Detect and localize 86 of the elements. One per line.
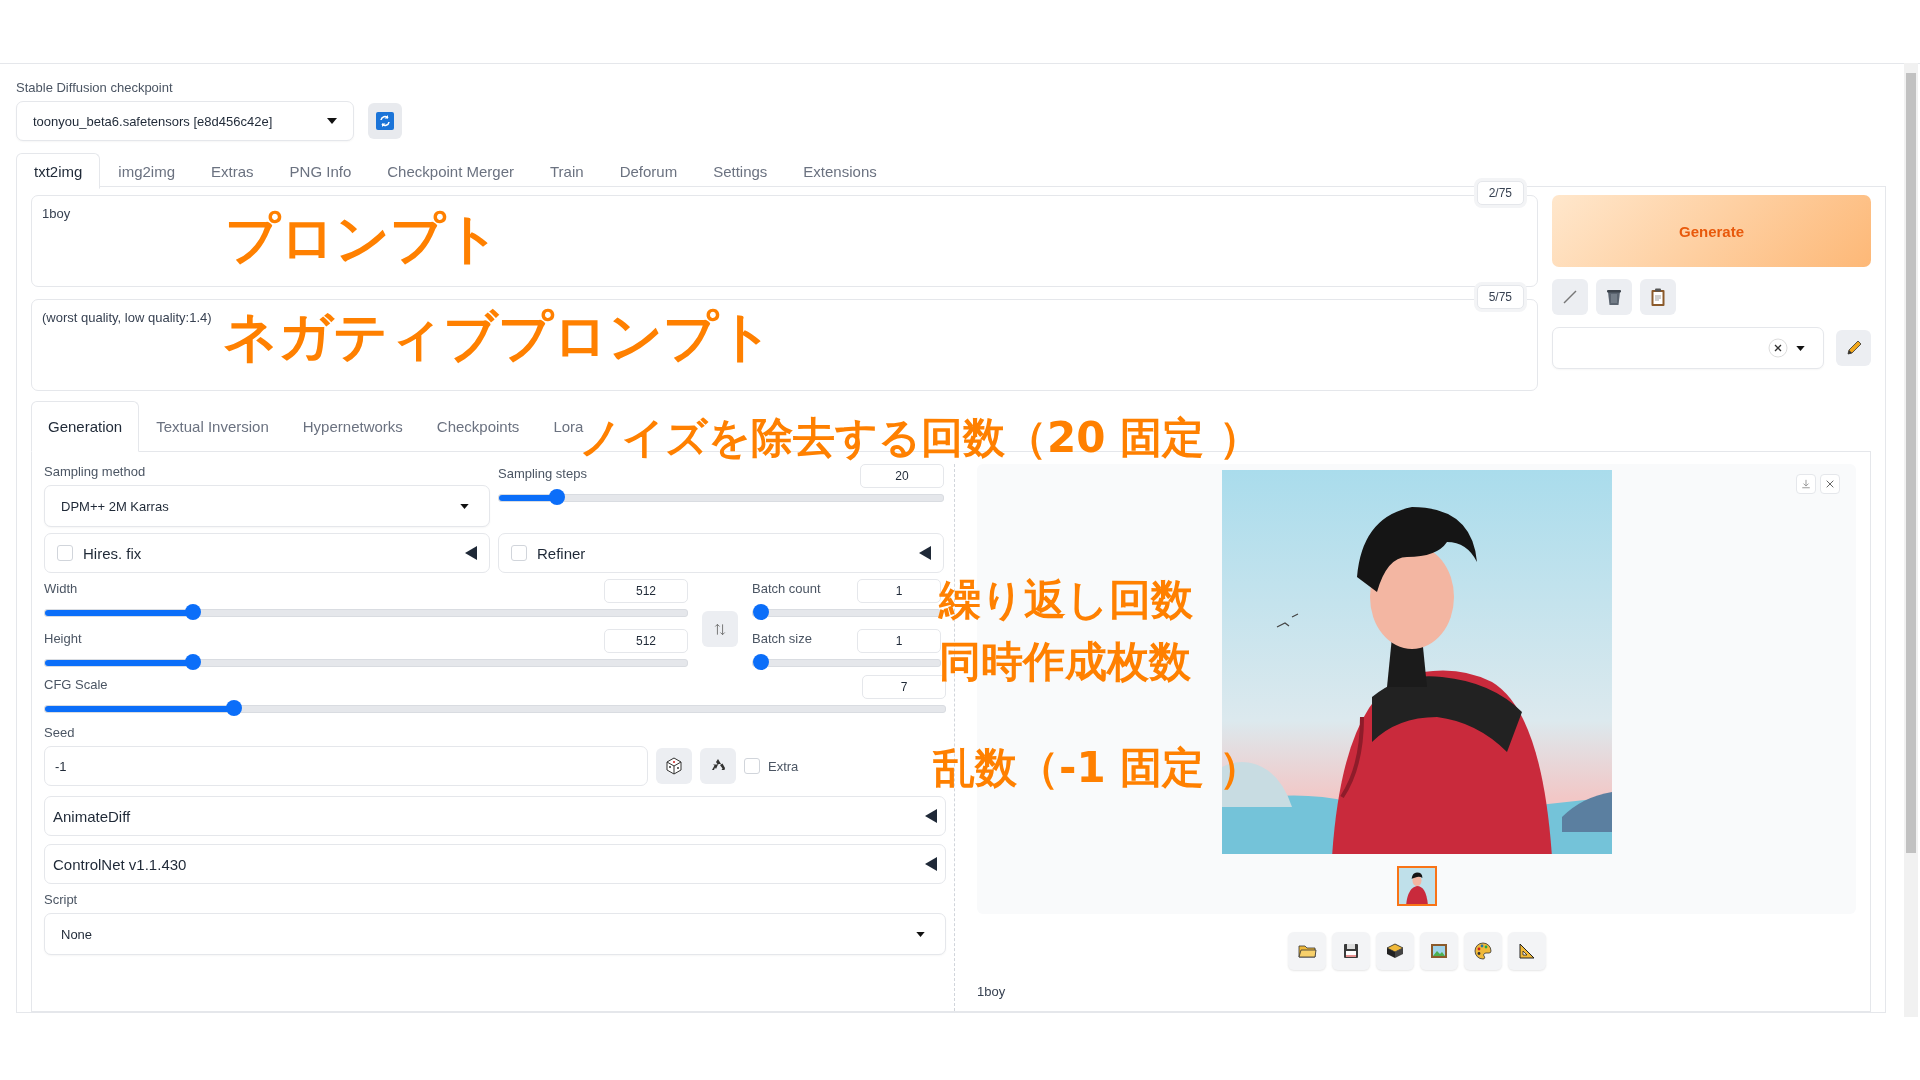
tab[interactable]: Extras — [193, 153, 272, 189]
trash-icon — [1604, 287, 1624, 307]
caret-icon — [1796, 345, 1806, 351]
thumbnail[interactable] — [1396, 866, 1437, 906]
checkbox-label: Extra — [768, 758, 799, 774]
annotation-text: 繰り返し回数 — [939, 577, 1193, 624]
slider-thumb[interactable] — [753, 654, 769, 670]
tab[interactable]: img2img — [100, 153, 194, 189]
accordion-header[interactable]: Refiner — [498, 533, 944, 573]
annotation-text: プロンプト — [225, 209, 500, 269]
scrollbar[interactable] — [1904, 63, 1918, 1017]
tab[interactable]: Textual Inversion — [139, 401, 286, 452]
tab[interactable]: Hypernetworks — [285, 401, 420, 452]
slider-label: Batch size — [752, 630, 812, 646]
accordion-label: Refiner — [537, 544, 587, 562]
sampling-method-dropdown[interactable]: DPM++ 2M Karras — [44, 485, 490, 527]
slider-thumb[interactable] — [548, 489, 565, 505]
tab[interactable]: Deforum — [601, 153, 696, 189]
number-field[interactable]: 512 — [604, 579, 688, 603]
caret-icon — [460, 503, 469, 509]
slider-thumb[interactable] — [184, 604, 201, 620]
paste-button[interactable] — [1640, 279, 1676, 315]
annotation-text: 乱数（-1 固定 ） — [933, 745, 1261, 792]
accordion-header[interactable]: AnimateDiff — [44, 796, 946, 836]
prompt-caption: 1boy — [977, 984, 1007, 999]
field-label: Sampling method — [44, 464, 147, 479]
tab[interactable]: Generation — [31, 401, 140, 452]
tab[interactable]: Settings — [695, 153, 786, 189]
slider-thumb[interactable] — [184, 654, 201, 670]
checkpoint-dropdown[interactable]: toonyou_beta6.safetensors [e8d456c42e] — [16, 101, 354, 141]
zip-button[interactable] — [1375, 932, 1414, 970]
tab[interactable]: Checkpoints — [419, 401, 537, 452]
slider-label: Height — [44, 630, 82, 646]
accordion-header[interactable]: ControlNet v1.1.430 — [44, 844, 946, 884]
checkbox[interactable] — [57, 545, 73, 561]
triangle-ruler-icon — [1516, 941, 1537, 961]
refresh-icon — [376, 112, 394, 130]
slider-label: Batch count — [752, 580, 821, 596]
field-label: Script — [44, 892, 79, 907]
close-button[interactable] — [1820, 474, 1840, 494]
slider-thumb[interactable] — [753, 604, 769, 620]
box-icon — [1384, 941, 1405, 961]
number-field[interactable]: 20 — [860, 464, 944, 488]
clear-icon — [1768, 338, 1789, 358]
send-to-img2img-button[interactable] — [1419, 932, 1458, 970]
accordion-label: ControlNet v1.1.430 — [53, 855, 188, 873]
caret-icon — [327, 118, 337, 124]
swap-arrows-icon — [714, 621, 726, 637]
tab[interactable]: Checkpoint Merger — [369, 153, 532, 189]
framed-picture-icon — [1428, 941, 1449, 961]
caret-icon — [916, 931, 925, 937]
annotation-text: ネガティブプロンプト — [223, 307, 773, 367]
slider-label: Width — [44, 580, 78, 596]
script-dropdown[interactable]: None — [44, 913, 946, 955]
field-label: Seed — [44, 725, 76, 740]
checkbox[interactable] — [744, 758, 760, 774]
open-folder-button[interactable] — [1287, 932, 1326, 970]
save-button[interactable] — [1331, 932, 1370, 970]
slider-label: CFG Scale — [44, 676, 108, 692]
dice-icon — [664, 756, 684, 776]
seed-field[interactable]: -1 — [44, 746, 648, 786]
slider-thumb[interactable] — [226, 700, 242, 716]
accordion-label: Hires. fix — [83, 544, 143, 562]
refresh-button[interactable] — [368, 103, 402, 139]
number-field[interactable]: 512 — [604, 629, 688, 653]
edit-styles-button[interactable] — [1836, 330, 1871, 366]
checkbox[interactable] — [511, 545, 527, 561]
download-icon — [1801, 479, 1811, 489]
token-counter: 2/75 — [1476, 181, 1524, 205]
token-counter: 5/75 — [1476, 285, 1524, 309]
close-icon — [1825, 479, 1835, 489]
checkpoint-label: Stable Diffusion checkpoint — [16, 80, 174, 95]
palette-icon — [1472, 941, 1493, 961]
clear-button[interactable] — [1596, 279, 1632, 315]
random-seed-button[interactable] — [656, 748, 692, 784]
number-field[interactable]: 1 — [857, 629, 941, 653]
tab[interactable]: PNG Info — [271, 153, 370, 189]
tab[interactable]: Extensions — [785, 153, 895, 189]
tab[interactable]: txt2img — [16, 153, 101, 189]
accordion-label: AnimateDiff — [53, 807, 132, 825]
send-to-extras-button[interactable] — [1507, 932, 1546, 970]
slider-label: Sampling steps — [498, 465, 587, 481]
accordion-header[interactable]: Hires. fix — [44, 533, 490, 573]
reuse-seed-button[interactable] — [700, 748, 736, 784]
send-to-inpaint-button[interactable] — [1463, 932, 1502, 970]
tab[interactable]: Train — [532, 153, 602, 189]
